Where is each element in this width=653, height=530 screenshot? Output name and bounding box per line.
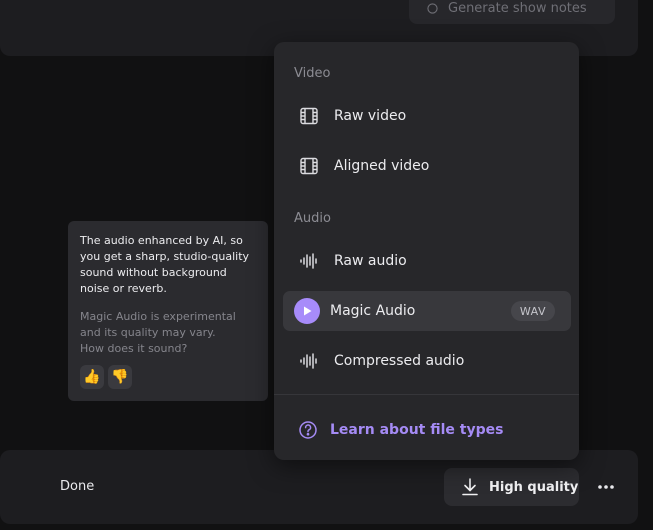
menu-item-label: Raw video: [334, 108, 407, 124]
more-dots-icon: [598, 485, 614, 489]
tooltip-experimental-text: Magic Audio is experimental and its qual…: [80, 310, 236, 339]
section-label-audio: Audio: [294, 211, 331, 226]
download-label: High quality: [489, 479, 579, 495]
menu-item-aligned-video[interactable]: Aligned video: [283, 146, 571, 186]
learn-about-file-types-link[interactable]: Learn about file types: [298, 420, 503, 440]
waveform-icon: [298, 350, 320, 372]
menu-item-label: Magic Audio: [330, 303, 416, 319]
menu-item-magic-audio[interactable]: Magic Audio WAV: [283, 291, 571, 331]
help-circle-icon: [299, 421, 317, 439]
info-icon: [427, 2, 438, 14]
play-icon: [294, 298, 320, 324]
menu-item-label: Aligned video: [334, 158, 430, 174]
tooltip-note: Magic Audio is experimental and its qual…: [80, 309, 256, 357]
film-icon: [298, 155, 320, 177]
generate-label: Generate show notes: [448, 0, 587, 16]
thumbs-up-button[interactable]: 👍: [80, 365, 104, 389]
tooltip-question: How does it sound?: [80, 342, 188, 355]
menu-item-label: Compressed audio: [334, 353, 465, 369]
film-icon: [298, 105, 320, 127]
menu-item-label: Raw audio: [334, 253, 407, 269]
more-options-button[interactable]: [593, 478, 619, 496]
menu-item-raw-audio[interactable]: Raw audio: [283, 241, 571, 281]
feedback-reactions: 👍 👎: [80, 365, 256, 389]
format-badge: WAV: [510, 301, 555, 321]
generate-show-notes-button[interactable]: Generate show notes: [409, 0, 615, 24]
thumbs-down-icon: 👎: [111, 369, 129, 385]
menu-item-compressed-audio[interactable]: Compressed audio: [283, 341, 571, 381]
section-label-video: Video: [294, 66, 331, 81]
menu-item-raw-video[interactable]: Raw video: [283, 96, 571, 136]
thumbs-down-button[interactable]: 👎: [108, 365, 132, 389]
bottom-toolbar: Done High quality: [0, 450, 638, 524]
magic-audio-tooltip: The audio enhanced by AI, so you get a s…: [68, 221, 268, 401]
waveform-icon: [298, 250, 320, 272]
thumbs-up-icon: 👍: [83, 369, 101, 385]
download-icon: [462, 478, 478, 496]
menu-divider: [274, 394, 579, 395]
download-dropdown-menu: Video Raw video Aligned video Audio Raw …: [274, 42, 579, 460]
done-button[interactable]: Done: [60, 479, 94, 494]
tooltip-description: The audio enhanced by AI, so you get a s…: [80, 234, 250, 295]
download-high-quality-button[interactable]: High quality: [444, 468, 579, 506]
learn-label: Learn about file types: [330, 422, 504, 438]
